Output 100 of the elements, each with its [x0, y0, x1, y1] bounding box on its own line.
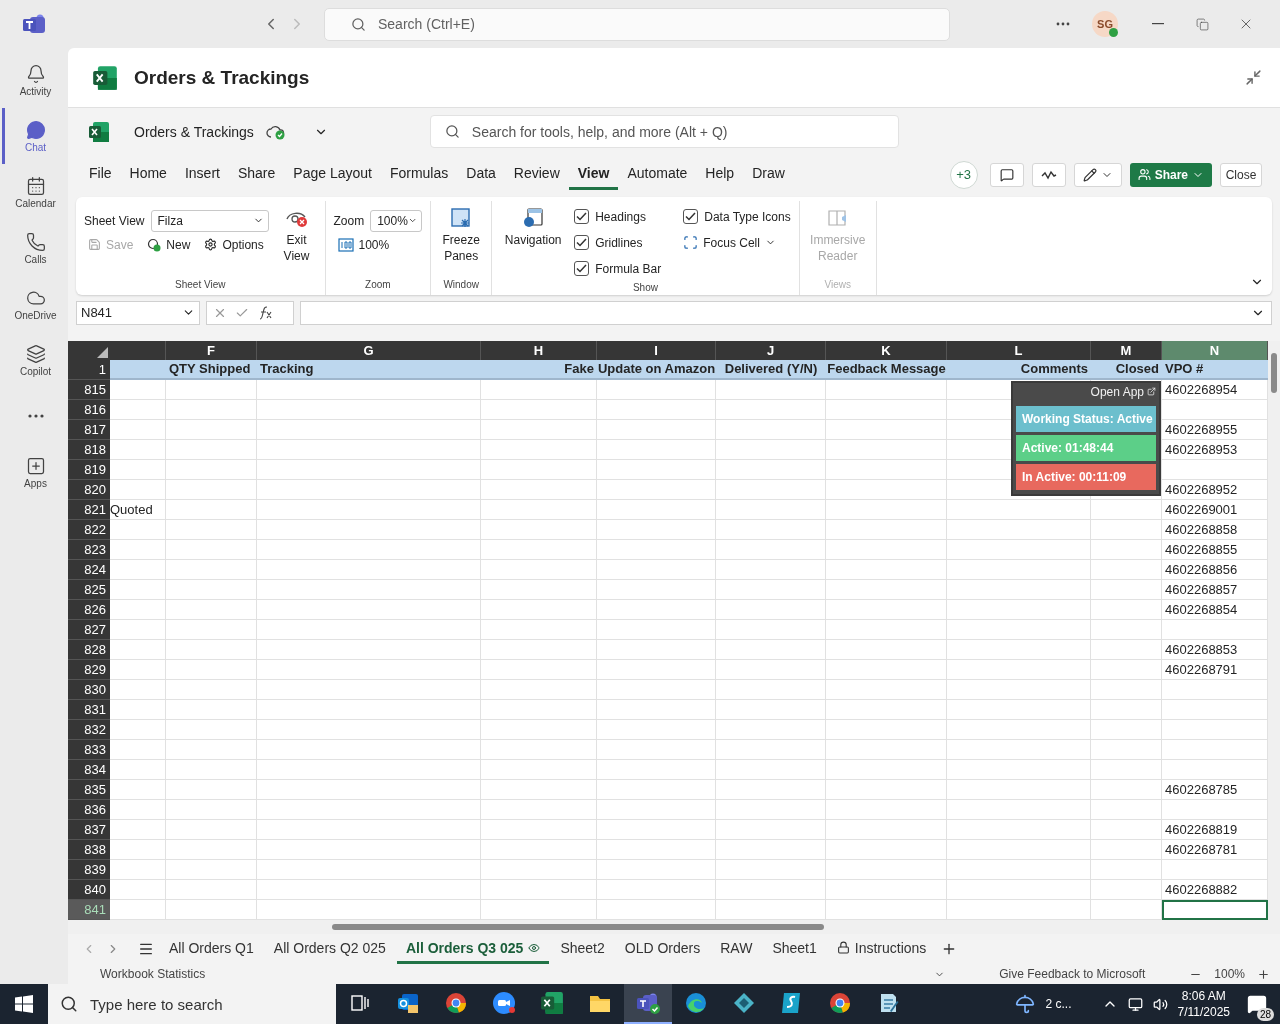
collaborators-badge[interactable]: +3 [949, 160, 978, 189]
taskbar-search-field[interactable]: Type here to search [48, 984, 336, 1024]
search-field[interactable]: Search for tools, help, and more (Alt + Q) [429, 115, 899, 149]
row-header[interactable]: 820 [68, 479, 110, 500]
column-header[interactable]: K [826, 340, 947, 360]
row-header[interactable]: 841 [68, 899, 110, 920]
checkbox[interactable] [683, 209, 699, 225]
row-header[interactable]: 822 [68, 519, 110, 540]
checkbox[interactable] [574, 235, 590, 251]
navigation-button[interactable]: Navigation [500, 200, 567, 282]
sheet-tab[interactable]: OLD Orders [615, 934, 710, 964]
rail-item[interactable]: Copilot [2, 332, 66, 388]
ribbon-tab[interactable]: File [80, 159, 121, 191]
row-header[interactable]: 824 [68, 559, 110, 580]
row-header[interactable]: 837 [68, 819, 110, 840]
row-header[interactable]: 819 [68, 459, 110, 480]
ribbon-tab[interactable]: Share [228, 159, 285, 191]
checkbox[interactable] [574, 209, 590, 225]
column-header[interactable] [110, 340, 166, 360]
feedback-link[interactable]: Give Feedback to Microsoft [999, 967, 1146, 981]
zoom-100-button[interactable]: 100% [333, 237, 423, 252]
zoom-dropdown[interactable]: 100% [370, 209, 423, 232]
sheet-view-dropdown[interactable]: Filza [150, 209, 269, 232]
row-header[interactable]: 825 [68, 579, 110, 600]
row-header[interactable]: 823 [68, 539, 110, 560]
ribbon-tab[interactable]: View [568, 159, 619, 191]
sheet-tab[interactable]: All Orders Q1 [160, 934, 263, 964]
comments-button[interactable] [989, 162, 1024, 187]
row-header[interactable]: 815 [68, 379, 110, 400]
formula-input[interactable] [300, 300, 1272, 325]
row-header[interactable]: 834 [68, 759, 110, 780]
exit-view-button[interactable]: Exit View [276, 200, 317, 279]
row-header[interactable]: 1 [68, 359, 110, 380]
column-header[interactable]: M [1091, 340, 1162, 360]
rail-item[interactable]: Apps [2, 444, 66, 500]
ribbon-tab[interactable]: Review [504, 159, 569, 191]
close-workbook-button[interactable]: Close [1220, 162, 1262, 187]
column-header[interactable]: J [716, 340, 826, 360]
rail-item[interactable]: Calls [2, 220, 66, 276]
freeze-panes-button[interactable]: Freeze Panes [439, 200, 484, 279]
rail-item[interactable]: Calendar [2, 164, 66, 220]
column-header[interactable]: H [481, 340, 597, 360]
volume-icon[interactable] [1152, 996, 1168, 1012]
selected-cell[interactable] [1162, 899, 1268, 920]
row-header[interactable]: 839 [68, 859, 110, 880]
row-header[interactable]: 817 [68, 419, 110, 440]
zoom-in-icon[interactable] [1257, 967, 1270, 981]
row-header[interactable]: 830 [68, 679, 110, 700]
row-header[interactable]: 831 [68, 699, 110, 720]
name-box[interactable]: N841 [76, 300, 200, 325]
column-header[interactable]: G [257, 340, 481, 360]
row-header[interactable]: 832 [68, 719, 110, 740]
ribbon-tab[interactable]: Data [457, 159, 505, 191]
workbook-name[interactable]: Orders & Trackings [134, 123, 254, 140]
sheet-tab[interactable]: All Orders Q2 025 [264, 934, 395, 964]
column-header[interactable]: N [1162, 340, 1268, 360]
ribbon-tab[interactable]: Formulas [380, 159, 458, 191]
row-header[interactable]: 818 [68, 439, 110, 460]
row-header[interactable]: 827 [68, 619, 110, 640]
notifications-button[interactable]: 28 [1240, 987, 1274, 1021]
open-app-link[interactable]: Open App [1090, 382, 1156, 403]
row-header[interactable]: 821 [68, 499, 110, 520]
sheet-tab[interactable]: Instructions [827, 934, 936, 964]
ribbon-tab[interactable]: Draw [743, 159, 794, 191]
ribbon-tab[interactable]: Home [120, 159, 176, 191]
row-header[interactable]: 835 [68, 779, 110, 800]
ribbon-tab[interactable]: Automate [618, 159, 697, 191]
row-header[interactable]: 840 [68, 879, 110, 900]
new-button[interactable]: New [143, 237, 195, 252]
function-icon[interactable] [257, 305, 273, 320]
rail-item[interactable]: Activity [2, 52, 66, 108]
checkbox[interactable] [574, 261, 590, 277]
sheet-tab[interactable]: Sheet2 [551, 934, 614, 964]
rail-item[interactable]: OneDrive [2, 276, 66, 332]
editing-button[interactable] [1073, 162, 1122, 187]
activity-button[interactable] [1031, 162, 1066, 187]
weather-text[interactable]: 2 c... [1045, 997, 1072, 1011]
ribbon-tab[interactable]: Page Layout [284, 159, 381, 191]
user-avatar[interactable]: SG [1092, 11, 1118, 37]
workbook-statistics[interactable]: Workbook Statistics [100, 967, 206, 981]
column-header[interactable]: I [597, 340, 716, 360]
share-button[interactable]: Share [1129, 162, 1212, 187]
row-header[interactable]: 829 [68, 659, 110, 680]
search-field[interactable]: Search (Ctrl+E) [324, 7, 950, 41]
row-header[interactable]: 826 [68, 599, 110, 620]
select-all-corner[interactable] [68, 340, 110, 360]
ribbon-tab[interactable]: Help [696, 159, 744, 191]
sheet-tab[interactable]: Sheet1 [763, 934, 826, 964]
focus-cell-button[interactable]: Focus Cell [683, 229, 791, 256]
row-header[interactable]: 833 [68, 739, 110, 760]
row-header[interactable]: 836 [68, 799, 110, 820]
sheet-tab[interactable]: RAW [711, 934, 762, 964]
ribbon-tab[interactable]: Insert [175, 159, 229, 191]
options-button[interactable]: Options [200, 237, 268, 252]
column-header[interactable]: F [166, 340, 257, 360]
clock[interactable]: 8:06 AM 7/11/2025 [1177, 988, 1230, 1020]
row-header[interactable]: 816 [68, 399, 110, 420]
row-header[interactable]: 838 [68, 839, 110, 860]
column-header[interactable]: L [947, 340, 1091, 360]
row-header[interactable]: 828 [68, 639, 110, 660]
